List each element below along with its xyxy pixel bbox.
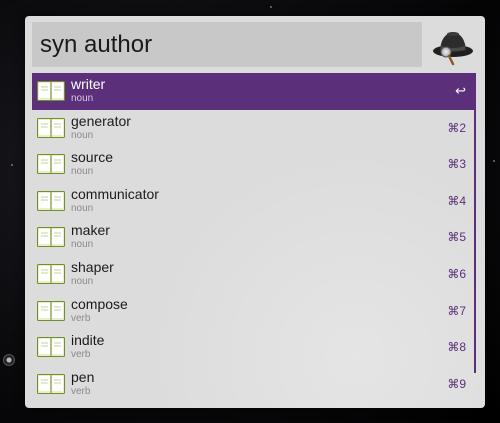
result-row-1[interactable]: writer noun ↩ — [32, 73, 474, 110]
result-subtitle: noun — [71, 239, 94, 251]
result-subtitle: verb — [71, 349, 91, 361]
command-shortcut: ⌘4 — [447, 193, 466, 208]
dictionary-book-icon — [37, 337, 65, 358]
background-star — [11, 164, 13, 166]
result-row-7[interactable]: compose verb ⌘7 — [32, 293, 474, 330]
result-row-9[interactable]: pen verb ⌘9 — [32, 366, 474, 403]
search-bar[interactable]: syn author — [32, 22, 422, 67]
command-shortcut: ⌘9 — [447, 376, 466, 391]
dictionary-book-icon — [37, 154, 65, 175]
background-star — [493, 160, 495, 162]
result-row-4[interactable]: communicator noun ⌘4 — [32, 183, 474, 220]
result-title: source — [71, 149, 114, 166]
command-shortcut: ⌘7 — [447, 303, 466, 318]
result-title: shaper — [71, 259, 114, 275]
command-shortcut: ⌘3 — [447, 157, 466, 172]
result-subtitle: noun — [71, 93, 94, 104]
result-subtitle: verb — [71, 385, 91, 397]
result-title: indite — [71, 332, 105, 349]
return-key-shortcut: ↩ — [455, 83, 466, 98]
dictionary-book-icon — [37, 264, 65, 284]
desktop-widget-icon — [3, 354, 15, 366]
alfred-window: syn author writer noun ↩ generator noun … — [25, 16, 485, 408]
result-title: pen — [71, 368, 95, 385]
result-title: communicator — [71, 185, 159, 202]
result-row-8[interactable]: indite verb ⌘8 — [32, 329, 474, 366]
command-shortcut: ⌘2 — [447, 120, 466, 135]
dictionary-book-icon — [37, 117, 65, 138]
command-shortcut: ⌘6 — [447, 267, 466, 281]
scrollbar[interactable] — [474, 73, 476, 373]
result-row-6[interactable]: shaper noun ⌘6 — [32, 256, 474, 293]
dictionary-book-icon — [37, 227, 65, 248]
background-star — [270, 6, 272, 8]
result-subtitle: noun — [71, 276, 94, 287]
results-list: writer noun ↩ generator noun ⌘2 source n… — [32, 73, 476, 403]
result-row-5[interactable]: maker noun ⌘5 — [32, 219, 474, 256]
result-subtitle: noun — [71, 129, 94, 141]
result-title: generator — [71, 112, 131, 129]
alfred-hat-icon — [430, 21, 476, 67]
search-input[interactable]: syn author — [40, 22, 152, 67]
result-title: writer — [71, 76, 106, 92]
dictionary-book-icon — [37, 300, 65, 321]
result-row-3[interactable]: source noun ⌘3 — [32, 146, 474, 183]
command-shortcut: ⌘8 — [447, 340, 466, 355]
command-shortcut: ⌘5 — [447, 230, 466, 245]
result-subtitle: noun — [71, 166, 94, 178]
result-title: maker — [71, 222, 110, 239]
dictionary-book-icon — [37, 190, 65, 211]
dictionary-book-icon — [37, 373, 65, 394]
dictionary-book-icon — [37, 81, 65, 101]
result-title: compose — [71, 295, 128, 312]
result-subtitle: verb — [71, 312, 91, 324]
result-subtitle: noun — [71, 202, 94, 214]
result-row-2[interactable]: generator noun ⌘2 — [32, 110, 474, 147]
